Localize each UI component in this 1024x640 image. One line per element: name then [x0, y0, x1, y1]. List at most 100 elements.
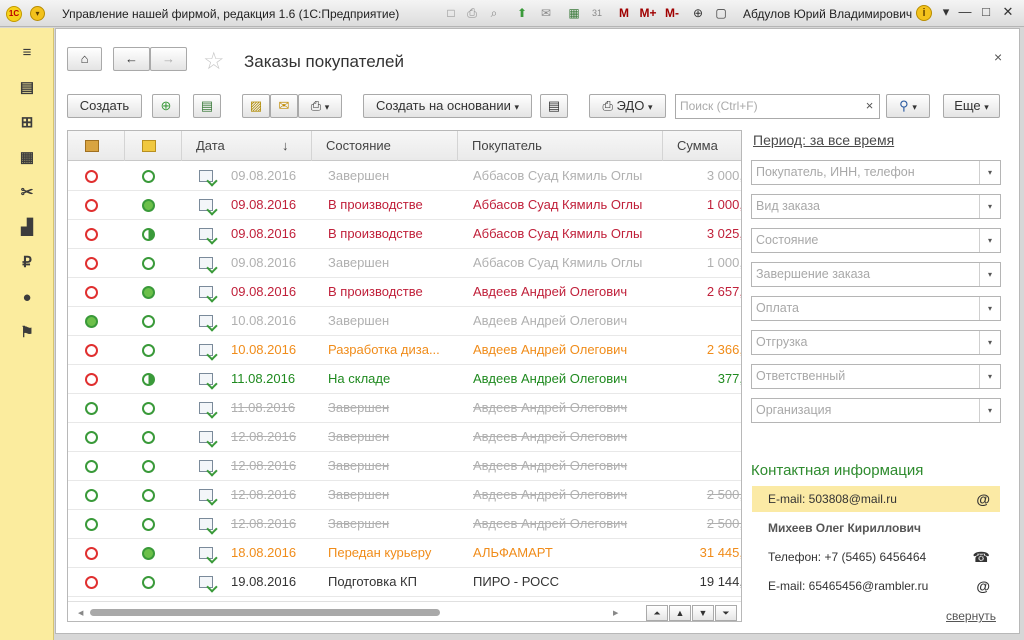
table-row[interactable]: 12.08.2016 Завершен Авдеев Андрей Олегович	[68, 423, 741, 452]
filter-responsible[interactable]: Ответственный ▾	[751, 364, 1001, 389]
at-sign-icon[interactable]: @	[976, 486, 990, 512]
sidebar-people-icon[interactable]: ●	[18, 289, 36, 307]
table-row[interactable]: 12.08.2016 Завершен Авдеев Андрей Олегович…	[68, 510, 741, 539]
table-row[interactable]: 10.08.2016 Разработка диза... Авдеев Андре…	[68, 336, 741, 365]
phone-icon[interactable]: ☎	[973, 544, 990, 570]
chevron-down-icon[interactable]: ▾	[979, 195, 1000, 218]
collapse-link[interactable]: свернуть	[946, 609, 996, 623]
filter-buyer[interactable]: Покупатель, ИНН, телефон ▾	[751, 160, 1001, 185]
column-header-status-icon[interactable]	[68, 131, 125, 161]
sidebar-service-icon[interactable]: ✂	[18, 184, 36, 202]
main-menu-icon[interactable]: ▾	[30, 6, 45, 21]
sidebar-flag-icon[interactable]: ⚑	[18, 324, 36, 342]
table-row[interactable]: 11.08.2016 На складе Авдеев Андрей Олегови…	[68, 365, 741, 394]
close-form-icon[interactable]: ×	[994, 49, 1002, 65]
chevron-down-icon[interactable]: ▾	[979, 331, 1000, 354]
table-row[interactable]: 09.08.2016 В производстве Аббасов Суад Кям…	[68, 191, 741, 220]
sidebar-finance-icon[interactable]: ₽	[18, 254, 36, 272]
sidebar-sales-icon[interactable]: ⊞	[18, 114, 36, 132]
table-row[interactable]: 09.08.2016 В производстве Аббасов Суад Кям…	[68, 220, 741, 249]
filter-state[interactable]: Состояние ▾	[751, 228, 1001, 253]
calendar-icon[interactable]: 31	[589, 5, 605, 22]
table-row[interactable]: 10.08.2016 Завершен Авдеев Андрей Олегович	[68, 307, 741, 336]
close-window-icon[interactable]: ✕	[999, 4, 1017, 20]
sidebar-purchases-icon[interactable]: ▦	[18, 149, 36, 167]
period-link[interactable]: Период: за все время	[753, 132, 894, 148]
search-options-button[interactable]: ⚲ ▾	[886, 94, 930, 118]
sidebar-desktop-icon[interactable]: ▤	[18, 79, 36, 97]
favorite-star-icon[interactable]: ☆	[203, 47, 225, 76]
table-row[interactable]: 09.08.2016 В производстве Авдеев Андрей Ол…	[68, 278, 741, 307]
copy-create-button[interactable]: ⊕	[152, 94, 180, 118]
contact-email-primary[interactable]: E-mail: 503808@mail.ru @	[752, 486, 1000, 512]
go-first-button[interactable]: ⏶	[646, 605, 668, 621]
create-button[interactable]: Создать	[67, 94, 142, 118]
at-sign-icon[interactable]: @	[976, 573, 990, 599]
chevron-down-icon[interactable]: ▾	[979, 263, 1000, 286]
chevron-down-icon[interactable]: ▾	[979, 399, 1000, 422]
home-button[interactable]: ⌂	[67, 47, 102, 71]
maximize-icon[interactable]: □	[977, 4, 995, 19]
search-clear-icon[interactable]: ×	[859, 95, 880, 118]
table-row[interactable]: 09.08.2016 Завершен Аббасов Суад Кямиль Ог…	[68, 162, 741, 191]
back-button[interactable]: ←	[113, 47, 150, 71]
forward-button[interactable]: →	[150, 47, 187, 71]
memory-plus-icon[interactable]: M+	[638, 5, 658, 22]
filter-completion[interactable]: Завершение заказа ▾	[751, 262, 1001, 287]
table-row[interactable]: 11.08.2016 Завершен Авдеев Андрей Олегович	[68, 394, 741, 423]
filter-organization[interactable]: Организация ▾	[751, 398, 1001, 423]
create-based-on-button[interactable]: Создать на основании ▾	[363, 94, 532, 118]
column-header-sum[interactable]: Сумма	[663, 131, 741, 161]
send-mail-button[interactable]: ✉	[270, 94, 298, 118]
table-row[interactable]: 09.08.2016 Завершен Аббасов Суад Кямиль Ог…	[68, 249, 741, 278]
horizontal-scrollbar[interactable]: ◀ ▶ ⏶ ▲ ▼ ⏷	[68, 601, 741, 621]
table-row[interactable]: 12.08.2016 Завершен Авдеев Андрей Олегович…	[68, 481, 741, 510]
upload-icon[interactable]: ⬆	[514, 5, 530, 22]
current-user[interactable]: Абдулов Юрий Владимирович	[743, 7, 912, 21]
scroll-down-button[interactable]: ▼	[692, 605, 714, 621]
table-row[interactable]: 18.08.2016 Передан курьеру АЛЬФАМАРТ 31 445…	[68, 539, 741, 568]
contact-email-secondary[interactable]: E-mail: 65465456@rambler.ru @	[752, 573, 1000, 599]
memory-minus-icon[interactable]: M-	[662, 5, 682, 22]
print-icon[interactable]: ⎙	[464, 5, 480, 22]
panel-icon[interactable]: ▢	[713, 5, 729, 22]
zoom-icon[interactable]: ⊕	[690, 5, 706, 22]
go-last-button[interactable]: ⏷	[715, 605, 737, 621]
column-header-state[interactable]: Состояние	[312, 131, 458, 161]
print-button[interactable]: ⎙ ▾	[298, 94, 342, 118]
search-input[interactable]: Поиск (Ctrl+F)	[675, 94, 880, 119]
calculator-icon[interactable]: ▦	[566, 5, 582, 22]
table-row[interactable]: 19.08.2016 Подготовка КП ПИРО - РОСС 19 144…	[68, 568, 741, 597]
documents-button[interactable]: ▨	[242, 94, 270, 118]
orders-table[interactable]: Дата ↓ Состояние Покупатель Сумма 09.08.2…	[67, 130, 742, 622]
contact-phone[interactable]: Телефон: +7 (5465) 6456464 ☎	[752, 544, 1000, 570]
mail-icon[interactable]: ✉	[538, 5, 554, 22]
memory-icon[interactable]: M	[617, 5, 631, 22]
sidebar-production-icon[interactable]: ▟	[18, 219, 36, 237]
filter-shipment[interactable]: Отгрузка ▾	[751, 330, 1001, 355]
column-header-date[interactable]: Дата ↓	[182, 131, 312, 161]
chevron-down-icon[interactable]: ▾	[979, 297, 1000, 320]
info-icon[interactable]: i	[916, 5, 932, 21]
column-header-buyer[interactable]: Покупатель	[458, 131, 663, 161]
chevron-down-icon[interactable]: ▾	[979, 229, 1000, 252]
filter-order-type[interactable]: Вид заказа ▾	[751, 194, 1001, 219]
app-logo-icon[interactable]: 1С	[6, 6, 22, 22]
preview-icon[interactable]: ⌕	[486, 5, 502, 22]
list-settings-button[interactable]: ▤	[540, 94, 568, 118]
chevron-down-icon[interactable]: ▾	[979, 161, 1000, 184]
window-menu-icon[interactable]: ▾	[937, 4, 955, 20]
chevron-down-icon[interactable]: ▾	[979, 365, 1000, 388]
edo-button[interactable]: ⎙ ЭДО ▾	[589, 94, 666, 118]
save-icon[interactable]: □	[443, 5, 459, 22]
filter-payment[interactable]: Оплата ▾	[751, 296, 1001, 321]
report-button[interactable]: ▤	[193, 94, 221, 118]
sidebar-menu-icon[interactable]: ≡	[18, 44, 36, 62]
table-row[interactable]: 12.08.2016 Завершен Авдеев Андрей Олегович	[68, 452, 741, 481]
scrollbar-thumb[interactable]	[90, 609, 440, 616]
minimize-icon[interactable]: —	[956, 4, 974, 19]
cell-date: 19.08.2016	[231, 574, 297, 589]
more-button[interactable]: Еще ▾	[943, 94, 1000, 118]
scroll-up-button[interactable]: ▲	[669, 605, 691, 621]
column-header-payment-icon[interactable]	[125, 131, 182, 161]
